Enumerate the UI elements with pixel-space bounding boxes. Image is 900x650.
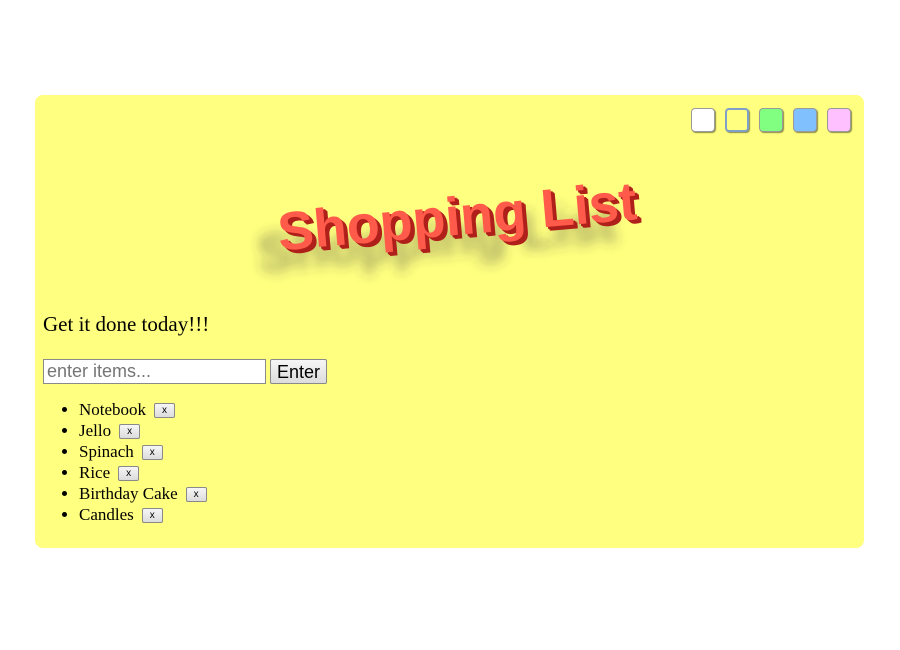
- page-title: Shopping List Shopping List Shopping Lis…: [235, 155, 675, 285]
- delete-item-button[interactable]: x: [141, 508, 163, 523]
- delete-item-button[interactable]: x: [141, 445, 163, 460]
- item-label: Candles: [79, 505, 134, 524]
- shopping-list-card: Shopping List Shopping List Shopping Lis…: [35, 95, 864, 548]
- list-item: Spinach x: [79, 441, 207, 462]
- delete-item-button[interactable]: x: [119, 424, 141, 439]
- delete-item-button[interactable]: x: [154, 403, 176, 418]
- swatch-green[interactable]: [759, 108, 783, 132]
- list-item: Candles x: [79, 504, 207, 525]
- list-item: Birthday Cake x: [79, 483, 207, 504]
- items-list: Notebookx Jellox Spinachx Ricex Birthday…: [43, 399, 207, 525]
- delete-item-button[interactable]: x: [118, 466, 140, 481]
- enter-button[interactable]: Enter: [270, 359, 328, 384]
- delete-item-button[interactable]: x: [185, 487, 207, 502]
- item-input[interactable]: [43, 359, 266, 384]
- swatch-white[interactable]: [691, 108, 715, 132]
- list-item: Jellox: [79, 420, 207, 441]
- list-item: Ricex: [79, 462, 207, 483]
- color-swatches: [691, 108, 851, 132]
- item-label: Notebook: [79, 400, 147, 419]
- title-graphic: Shopping List Shopping List Shopping Lis…: [255, 171, 643, 284]
- entry-row: Enter: [43, 359, 328, 384]
- swatch-pink[interactable]: [827, 108, 851, 132]
- item-label: Spinach: [79, 442, 134, 461]
- swatch-yellow[interactable]: [725, 108, 749, 132]
- item-label: Jello: [79, 421, 112, 440]
- list-item: Notebook x: [79, 399, 207, 420]
- tagline: Get it done today!!!: [43, 312, 210, 336]
- swatch-blue[interactable]: [793, 108, 817, 132]
- item-label: Birthday Cake: [79, 484, 178, 503]
- item-label: Rice: [79, 463, 111, 482]
